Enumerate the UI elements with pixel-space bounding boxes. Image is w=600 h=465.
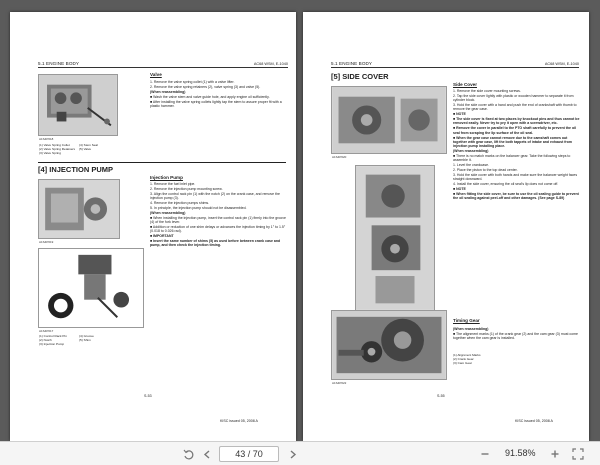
injection-pump-title: Injection Pump: [150, 175, 183, 180]
timing-gear-photo: [331, 310, 447, 380]
legend-item: (3) Injection Pump: [39, 342, 65, 346]
model-header: AC68 WSM, E-1040: [253, 62, 288, 66]
next-page-icon[interactable]: [285, 445, 299, 463]
rotate-left-icon[interactable]: [180, 445, 196, 463]
valve-text: 1. Remove the valve spring collet (1) wi…: [150, 80, 286, 109]
footer-issue: KISC issued 05, 2008 A: [515, 419, 553, 423]
step: 2. Tap the side cover lightly with plast…: [453, 93, 574, 103]
reassembling-label: (When reassembling): [453, 149, 489, 154]
injection-pump-legend: (1) Control Rack Pin (4) Groove (2) Notch…: [39, 334, 119, 346]
legend-item: [79, 151, 119, 155]
valve-title: Valve: [150, 72, 162, 77]
reassembling-label: (When reassembling): [150, 89, 186, 94]
prev-page-icon[interactable]: [200, 445, 214, 463]
page-header: 5.1 ENGINE BODY AC68 WSM, E-1040: [331, 59, 579, 68]
note: ■ When installing the injection pump, in…: [150, 215, 286, 224]
injection-pump-photo-1: [38, 179, 120, 239]
step: 3. Align the control rack pin (1) with t…: [150, 191, 280, 201]
legend-item: (3) Valve Spring: [39, 151, 61, 155]
photo-caption: A1S4P019: [39, 240, 54, 244]
zoom-in-icon[interactable]: [548, 445, 562, 463]
viewer-toolbar: 43 / 70 91.58%: [0, 441, 600, 465]
side-cover-photo-2: [355, 165, 435, 311]
note: ■ Wash the valve stem and valve guide ho…: [150, 94, 270, 99]
photo-caption: A1S4P020: [332, 155, 347, 159]
valve-photo: [38, 74, 118, 136]
step: 1. Remove the side cover mounting screws…: [453, 89, 521, 93]
page-header: 5.1 ENGINE BODY AC68 WSM, E-1040: [38, 59, 288, 68]
important-label: ■ IMPORTANT: [150, 234, 174, 239]
note: ■ There is no match marks on the balance…: [453, 153, 571, 163]
fit-page-icon[interactable]: [570, 445, 586, 463]
photo-caption: A1S4P022: [332, 381, 347, 385]
footer-issue: KISC issued 05, 2008 A: [220, 419, 258, 423]
legend-item: (3) Cam Gear: [453, 361, 472, 365]
page-right: 5.1 ENGINE BODY AC68 WSM, E-1040 [5] SID…: [303, 12, 589, 441]
note: ■ When the gear case cannot remove due t…: [453, 135, 573, 149]
note: ■ Addition or reduction of one shim dela…: [150, 224, 286, 234]
timing-gear-legend: (1) Alignment Marks (2) Crank Gear (3) C…: [453, 353, 493, 365]
reassembling-label: (When reassembling): [453, 327, 489, 331]
note: ■ Remove the cover in parallel to the PT…: [453, 126, 577, 135]
document-viewport[interactable]: 5.1 ENGINE BODY AC68 WSM, E-1040 A1S4P01…: [0, 0, 600, 441]
step: 5. In principle, the injection pump shou…: [150, 205, 247, 210]
step: 4. Remove the injection pumps shims.: [150, 200, 210, 205]
side-cover-photo-1: [331, 86, 447, 154]
page-number: S-55: [437, 394, 445, 398]
page-number: S-53: [144, 394, 152, 398]
step: 1. Remove the fuel inlet pipe.: [150, 182, 196, 186]
zoom-level[interactable]: 91.58%: [505, 448, 536, 458]
zoom-out-icon[interactable]: [478, 445, 492, 463]
current-page: 43 / 70: [235, 449, 263, 459]
timing-gear-title: Timing Gear: [453, 318, 480, 323]
injection-pump-photo-2: [38, 248, 144, 328]
model-header: AC68 WSM, E-1040: [544, 62, 579, 66]
side-cover-text: 1. Remove the side cover mounting screws…: [453, 89, 581, 201]
step: 1. Remove the valve spring collet (1) wi…: [150, 80, 235, 84]
section-header: 5.1 ENGINE BODY: [38, 61, 80, 66]
note: ■ When fitting the side cover, be sure t…: [453, 191, 579, 201]
timing-gear-text: (When reassembling) ■ The alignment mark…: [453, 327, 581, 341]
side-cover-title: Side Cover: [453, 82, 477, 87]
note: ■ The side cover is fixed at two places …: [453, 117, 580, 126]
photo-caption: A1S4P018: [39, 137, 54, 141]
reassembling-label: (When reassembling): [150, 210, 186, 215]
note-label: ■ NOTE: [453, 186, 466, 191]
step: 4. Install the side cover, ensuring the …: [453, 182, 559, 187]
note: ■ The alignment marks (1) of the crank g…: [453, 331, 578, 341]
step: 2. Place the piston to the top dead cent…: [453, 167, 518, 172]
injection-pump-heading: [4] INJECTION PUMP: [38, 162, 286, 174]
step: 2. Remove the valve spring retainers (2)…: [150, 84, 261, 89]
note: ■ After installing the valve spring coll…: [150, 99, 282, 108]
injection-pump-text: 1. Remove the fuel inlet pipe. 2. Remove…: [150, 182, 286, 248]
important-text: ■ Insert the same number of shims (5) as…: [150, 238, 281, 248]
step: 1. Level the crankcase.: [453, 163, 489, 168]
legend-item: [79, 342, 119, 346]
side-cover-heading: [5] SIDE COVER: [331, 72, 389, 81]
step: 2. Remove the injection pump mounting sc…: [150, 186, 223, 191]
valve-legend: (1) Valve Spring Collet (4) Stem Seal (2)…: [39, 143, 119, 155]
section-header: 5.1 ENGINE BODY: [331, 61, 373, 66]
note-label: ■ NOTE: [453, 112, 466, 117]
step: 3. Hold the side cover with both hands a…: [453, 172, 578, 182]
page-number-field[interactable]: 43 / 70: [219, 446, 279, 462]
photo-caption: A1S4P017: [39, 329, 54, 333]
page-left: 5.1 ENGINE BODY AC68 WSM, E-1040 A1S4P01…: [10, 12, 296, 441]
step: 3. Hold the side cover with a hand and p…: [453, 103, 577, 112]
